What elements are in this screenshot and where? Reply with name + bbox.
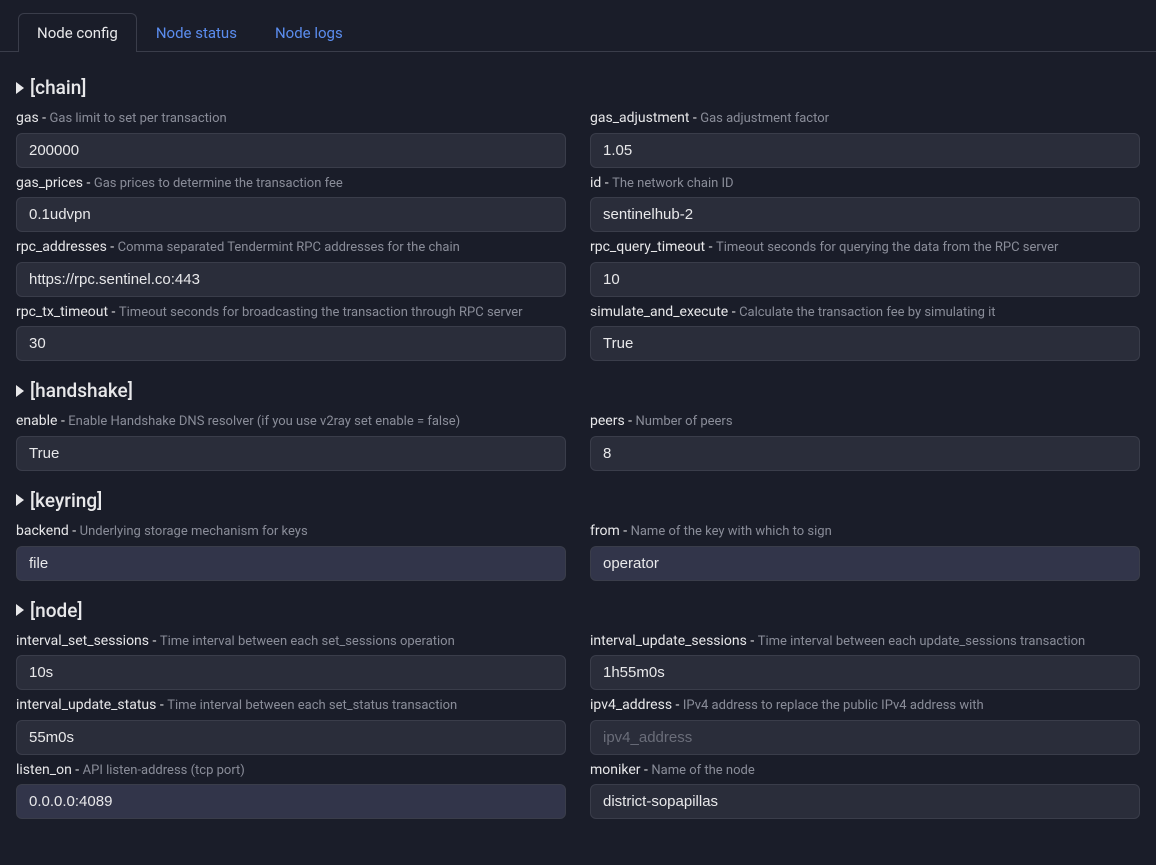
- caret-right-icon: [16, 494, 24, 506]
- field-rpc-query-timeout: rpc_query_timeout - Timeout seconds for …: [590, 238, 1140, 297]
- input-peers[interactable]: [590, 436, 1140, 471]
- label-gas-adjustment: gas_adjustment - Gas adjustment factor: [590, 109, 1140, 129]
- label-listen-on: listen_on - API listen-address (tcp port…: [16, 761, 566, 781]
- field-simulate-and-execute: simulate_and_execute - Calculate the tra…: [590, 303, 1140, 362]
- section-node-fields: interval_set_sessions - Time interval be…: [16, 628, 1140, 820]
- input-ipv4-address[interactable]: [590, 720, 1140, 755]
- input-id[interactable]: [590, 197, 1140, 232]
- tab-node-status[interactable]: Node status: [137, 13, 256, 52]
- field-from: from - Name of the key with which to sig…: [590, 522, 1140, 581]
- field-peers: peers - Number of peers: [590, 412, 1140, 471]
- input-enable[interactable]: [16, 436, 566, 471]
- input-backend[interactable]: [16, 546, 566, 581]
- label-gas: gas - Gas limit to set per transaction: [16, 109, 566, 129]
- section-handshake-title: [handshake]: [30, 379, 133, 402]
- field-id: id - The network chain ID: [590, 174, 1140, 233]
- field-rpc-tx-timeout: rpc_tx_timeout - Timeout seconds for bro…: [16, 303, 566, 362]
- section-keyring-header[interactable]: [keyring]: [16, 489, 1140, 512]
- field-interval-update-sessions: interval_update_sessions - Time interval…: [590, 632, 1140, 691]
- label-rpc-tx-timeout: rpc_tx_timeout - Timeout seconds for bro…: [16, 303, 566, 323]
- field-enable: enable - Enable Handshake DNS resolver (…: [16, 412, 566, 471]
- section-node-title: [node]: [30, 599, 83, 622]
- label-interval-set-sessions: interval_set_sessions - Time interval be…: [16, 632, 566, 652]
- input-gas[interactable]: [16, 133, 566, 168]
- section-keyring-fields: backend - Underlying storage mechanism f…: [16, 518, 1140, 581]
- input-rpc-tx-timeout[interactable]: [16, 326, 566, 361]
- input-interval-set-sessions[interactable]: [16, 655, 566, 690]
- caret-right-icon: [16, 385, 24, 397]
- input-rpc-query-timeout[interactable]: [590, 262, 1140, 297]
- input-gas-adjustment[interactable]: [590, 133, 1140, 168]
- label-rpc-addresses: rpc_addresses - Comma separated Tendermi…: [16, 238, 566, 258]
- input-rpc-addresses[interactable]: [16, 262, 566, 297]
- input-listen-on[interactable]: [16, 784, 566, 819]
- label-peers: peers - Number of peers: [590, 412, 1140, 432]
- field-listen-on: listen_on - API listen-address (tcp port…: [16, 761, 566, 820]
- label-interval-update-sessions: interval_update_sessions - Time interval…: [590, 632, 1140, 652]
- section-chain-title: [chain]: [30, 76, 86, 99]
- input-from[interactable]: [590, 546, 1140, 581]
- input-gas-prices[interactable]: [16, 197, 566, 232]
- field-interval-set-sessions: interval_set_sessions - Time interval be…: [16, 632, 566, 691]
- label-moniker: moniker - Name of the node: [590, 761, 1140, 781]
- tab-node-config[interactable]: Node config: [18, 13, 137, 52]
- input-simulate-and-execute[interactable]: [590, 326, 1140, 361]
- label-id: id - The network chain ID: [590, 174, 1140, 194]
- label-ipv4-address: ipv4_address - IPv4 address to replace t…: [590, 696, 1140, 716]
- field-rpc-addresses: rpc_addresses - Comma separated Tendermi…: [16, 238, 566, 297]
- label-from: from - Name of the key with which to sig…: [590, 522, 1140, 542]
- tabs-bar: Node config Node status Node logs: [0, 0, 1156, 52]
- label-rpc-query-timeout: rpc_query_timeout - Timeout seconds for …: [590, 238, 1140, 258]
- input-interval-update-status[interactable]: [16, 720, 566, 755]
- section-handshake-header[interactable]: [handshake]: [16, 379, 1140, 402]
- input-moniker[interactable]: [590, 784, 1140, 819]
- caret-right-icon: [16, 604, 24, 616]
- section-handshake-fields: enable - Enable Handshake DNS resolver (…: [16, 408, 1140, 471]
- config-content: [chain] gas - Gas limit to set per trans…: [0, 52, 1156, 835]
- field-moniker: moniker - Name of the node: [590, 761, 1140, 820]
- section-chain-fields: gas - Gas limit to set per transaction g…: [16, 105, 1140, 361]
- field-ipv4-address: ipv4_address - IPv4 address to replace t…: [590, 696, 1140, 755]
- section-node-header[interactable]: [node]: [16, 599, 1140, 622]
- label-simulate-and-execute: simulate_and_execute - Calculate the tra…: [590, 303, 1140, 323]
- caret-right-icon: [16, 82, 24, 94]
- field-gas: gas - Gas limit to set per transaction: [16, 109, 566, 168]
- label-interval-update-status: interval_update_status - Time interval b…: [16, 696, 566, 716]
- field-backend: backend - Underlying storage mechanism f…: [16, 522, 566, 581]
- field-interval-update-status: interval_update_status - Time interval b…: [16, 696, 566, 755]
- label-enable: enable - Enable Handshake DNS resolver (…: [16, 412, 566, 432]
- field-gas-adjustment: gas_adjustment - Gas adjustment factor: [590, 109, 1140, 168]
- field-gas-prices: gas_prices - Gas prices to determine the…: [16, 174, 566, 233]
- tab-node-logs[interactable]: Node logs: [256, 13, 362, 52]
- input-interval-update-sessions[interactable]: [590, 655, 1140, 690]
- label-gas-prices: gas_prices - Gas prices to determine the…: [16, 174, 566, 194]
- section-chain-header[interactable]: [chain]: [16, 76, 1140, 99]
- section-keyring-title: [keyring]: [30, 489, 102, 512]
- label-backend: backend - Underlying storage mechanism f…: [16, 522, 566, 542]
